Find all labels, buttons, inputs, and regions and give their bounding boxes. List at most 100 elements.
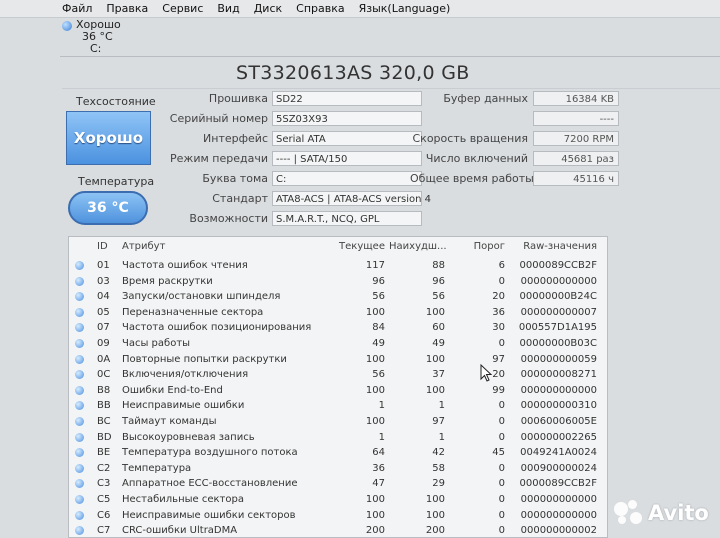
info-value-field: ---- | SATA/150: [272, 151, 422, 166]
menu-item[interactable]: Справка: [296, 2, 344, 15]
table-row[interactable]: 07 Частота ошибок позиционирования 84 60 30 0…: [69, 320, 607, 335]
table-row[interactable]: BC Таймаут команды 100 97 0 00060006005E: [69, 414, 607, 429]
attr-id: BD: [97, 431, 112, 443]
table-row[interactable]: 05 Переназначенные сектора 100 100 36 0000000…: [69, 305, 607, 320]
info-label: Буква тома: [202, 172, 268, 185]
attr-raw: 000000000000: [520, 384, 597, 396]
table-row[interactable]: C5 Нестабильные сектора 100 100 0 00000000000…: [69, 492, 607, 507]
attr-current: 47: [372, 478, 385, 490]
info-label: Число включений: [425, 152, 528, 165]
table-row[interactable]: BE Температура воздушного потока 64 42 45 004…: [69, 445, 607, 460]
col-current[interactable]: Текущее: [331, 239, 385, 254]
attr-name: Часы работы: [122, 338, 191, 349]
table-header: ID Атрибут Текущее Наихудш... Порог Raw-…: [69, 239, 607, 254]
attr-id: C2: [97, 462, 111, 474]
attr-name: Высокоуровневая запись: [122, 431, 255, 443]
attr-threshold: 20: [492, 369, 505, 381]
attr-worst: 56: [432, 291, 445, 303]
attr-worst: 100: [425, 384, 445, 396]
table-row[interactable]: C3 Аппаратное ECC-восстановление 47 29 0 0000…: [69, 476, 607, 491]
drive-tab-letter: C:: [90, 42, 102, 55]
attr-current: 56: [372, 369, 385, 381]
table-row[interactable]: 04 Запуски/остановки шпинделя 56 56 20 000000…: [69, 289, 607, 304]
attr-name: Ошибки End-to-End: [122, 384, 223, 396]
table-row[interactable]: 0A Повторные попытки раскрутки 100 100 97 000…: [69, 352, 607, 367]
info-label: Скорость вращения: [412, 132, 529, 145]
drive-tab[interactable]: Хорошо 36 °C C:: [60, 18, 140, 56]
attr-id: C6: [97, 509, 111, 521]
info-value-field: 5SZ03X93: [272, 111, 422, 126]
menu-item[interactable]: Вид: [217, 2, 239, 15]
divider: [60, 56, 720, 57]
attr-worst: 96: [432, 275, 445, 287]
attr-worst: 88: [432, 260, 445, 271]
menu-item[interactable]: Язык(Language): [359, 2, 451, 15]
table-row[interactable]: 01 Частота ошибок чтения 117 88 6 0000089CCB2…: [69, 258, 607, 273]
col-id[interactable]: ID: [97, 239, 108, 254]
table-row[interactable]: 03 Время раскрутки 96 96 0 000000000000: [69, 274, 607, 289]
table-row[interactable]: B8 Ошибки End-to-End 100 100 99 000000000000: [69, 383, 607, 398]
menu-item[interactable]: Диск: [254, 2, 282, 15]
status-dot-icon: [75, 432, 84, 442]
attr-name: Таймаут команды: [122, 416, 217, 427]
table-row[interactable]: C2 Температура 36 58 0 000900000024: [69, 461, 607, 476]
attr-raw: 000000000002: [520, 525, 597, 537]
attr-worst: 60: [432, 322, 445, 334]
table-row[interactable]: 09 Часы работы 49 49 0 00000000B03C: [69, 336, 607, 351]
attr-id: BB: [97, 400, 111, 412]
attr-id: BE: [97, 447, 111, 459]
attr-worst: 100: [425, 509, 445, 521]
smart-table[interactable]: ID Атрибут Текущее Наихудш... Порог Raw-…: [68, 236, 608, 538]
attr-name: Включения/отключения: [122, 369, 249, 381]
attr-worst: 1: [438, 431, 445, 443]
info-label: Интерфейс: [203, 132, 268, 145]
health-dot-icon: [62, 21, 72, 31]
attr-name: Неисправимые ошибки секторов: [122, 509, 296, 521]
attr-threshold: 30: [492, 322, 505, 334]
attr-current: 100: [365, 416, 385, 427]
attr-threshold: 20: [492, 291, 505, 303]
status-dot-icon: [75, 307, 84, 317]
table-row[interactable]: C6 Неисправимые ошибки секторов 100 100 0 000…: [69, 508, 607, 523]
attr-raw: 0000089CCB2F: [519, 478, 597, 490]
attr-raw: 000000002265: [520, 431, 597, 443]
health-label: Техсостояние: [76, 95, 156, 108]
menu-item[interactable]: Правка: [106, 2, 148, 15]
attr-name: Частота ошибок чтения: [122, 260, 248, 271]
status-dot-icon: [75, 292, 84, 302]
col-raw[interactable]: Raw-значения: [509, 239, 597, 254]
health-status-badge[interactable]: Хорошо: [66, 111, 151, 165]
attr-threshold: 6: [498, 260, 505, 271]
attr-threshold: 0: [498, 478, 505, 490]
attr-worst: 49: [432, 338, 445, 349]
attr-raw: 00060006005E: [520, 416, 597, 427]
status-dot-icon: [75, 495, 84, 504]
table-row[interactable]: BD Высокоуровневая запись 1 1 0 000000002265: [69, 430, 607, 445]
attr-worst: 58: [432, 462, 445, 474]
attr-raw: 000557D1A195: [518, 322, 597, 334]
attr-threshold: 0: [498, 462, 505, 474]
menu-item[interactable]: Сервис: [162, 2, 203, 15]
info-value-field: ATA8-ACS | ATA8-ACS version 4: [272, 191, 431, 206]
attr-name: Температура воздушного потока: [122, 447, 298, 459]
info-label: Общее время работы: [410, 172, 534, 185]
attr-id: 03: [97, 275, 110, 287]
col-threshold[interactable]: Порог: [453, 239, 505, 254]
attr-threshold: 0: [498, 525, 505, 537]
attr-name: Неисправимые ошибки: [122, 400, 245, 412]
attr-current: 100: [365, 494, 385, 505]
info-value-field: S.M.A.R.T., NCQ, GPL: [272, 211, 422, 226]
table-row[interactable]: 0C Включения/отключения 56 37 20 000000008271: [69, 367, 607, 382]
attr-worst: 200: [425, 525, 445, 537]
table-row[interactable]: BB Неисправимые ошибки 1 1 0 000000000310: [69, 398, 607, 413]
attr-raw: 000000008271: [520, 369, 597, 381]
temperature-badge[interactable]: 36 °C: [68, 191, 148, 225]
status-dot-icon: [75, 276, 84, 286]
attr-threshold: 0: [498, 400, 505, 412]
attr-worst: 1: [438, 400, 445, 412]
table-row[interactable]: C7 CRC-ошибки UltraDMA 200 200 0 000000000002: [69, 523, 607, 537]
menu-item[interactable]: Файл: [62, 2, 92, 15]
col-worst[interactable]: Наихудш...: [389, 239, 447, 254]
attr-current: 100: [365, 306, 385, 318]
col-attribute[interactable]: Атрибут: [122, 239, 165, 254]
